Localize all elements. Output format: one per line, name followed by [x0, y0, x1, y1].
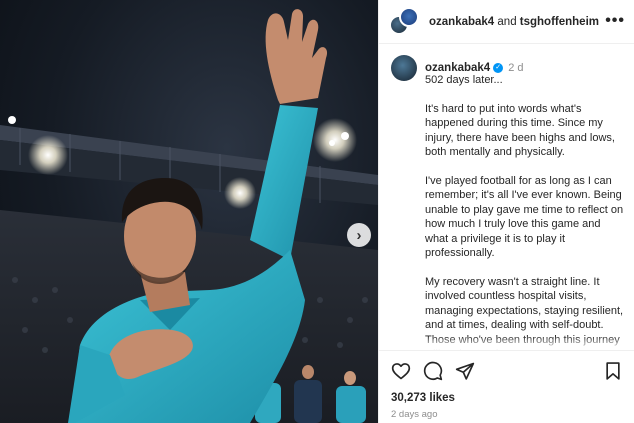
heart-icon[interactable]	[391, 361, 411, 381]
comment-icon[interactable]	[423, 361, 443, 381]
caption-paragraph: It's hard to put into words what's happe…	[425, 102, 615, 159]
share-icon[interactable]	[455, 361, 475, 381]
post-caption: ozankabak4 ✓ 2 d 502 days later... It's …	[379, 45, 634, 350]
bookmark-icon[interactable]	[603, 361, 623, 381]
post-sidebar: ozankabak4 and tsghoffenheim ••• ozankab…	[378, 0, 634, 423]
post-timestamp[interactable]: 2 days ago	[391, 409, 623, 420]
stadium-scene	[0, 9, 378, 423]
collab-usernames: ozankabak4 and tsghoffenheim	[429, 16, 599, 28]
action-icons	[391, 359, 623, 385]
caption-time[interactable]: 2 d	[508, 62, 523, 74]
carousel-next-button[interactable]: ›	[347, 223, 371, 247]
header-joiner: and	[494, 15, 520, 28]
caption-paragraph: I've played football for as long as I ca…	[425, 174, 624, 260]
post-header: ozankabak4 and tsghoffenheim •••	[379, 0, 634, 44]
header-username-1[interactable]: ozankabak4	[429, 16, 494, 28]
caption-paragraph: 502 days later...	[425, 74, 503, 86]
more-options-icon[interactable]: •••	[605, 13, 625, 29]
caption-text: 502 days later... It's hard to put into …	[425, 73, 625, 350]
post-photo[interactable]: ›	[0, 0, 378, 423]
collab-avatars[interactable]	[389, 6, 419, 37]
caption-avatar[interactable]	[391, 55, 417, 81]
avatar-tsghoffenheim[interactable]	[399, 6, 419, 27]
verified-badge-icon: ✓	[493, 63, 504, 73]
likes-count[interactable]: 30,273 likes	[391, 392, 623, 404]
header-username-2[interactable]: tsghoffenheim	[520, 16, 599, 28]
post-actions: 30,273 likes 2 days ago	[379, 350, 634, 420]
caption-fade	[379, 336, 634, 350]
